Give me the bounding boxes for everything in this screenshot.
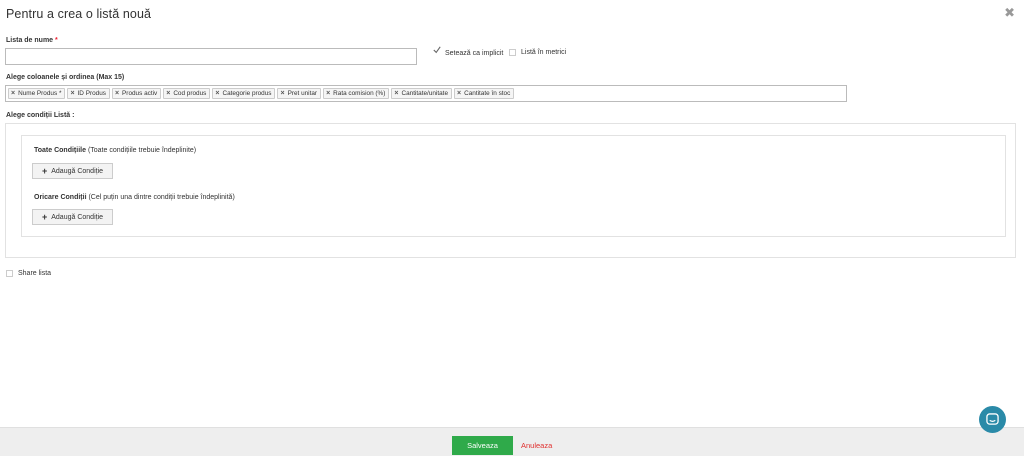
list-name-label: Lista de nume * <box>6 37 58 44</box>
modal-footer: Salveaza Anuleaza <box>0 427 1024 456</box>
add-any-condition-button[interactable]: + Adaugă Condiție <box>32 209 113 225</box>
any-conditions-hint: (Cel puțin una dintre condiții trebuie î… <box>88 194 235 201</box>
default-checkbox[interactable]: Setează ca implicit <box>433 46 504 57</box>
all-conditions-hint: (Toate condițiile trebuie îndeplinite) <box>87 147 197 154</box>
column-tag-label: Cod produs <box>173 90 207 97</box>
column-tag-label: Rata comision (%) <box>333 90 386 97</box>
any-conditions-title: Oricare Condiții <box>34 194 87 201</box>
remove-tag-icon[interactable]: × <box>215 90 219 97</box>
column-tag[interactable]: × Cantitate/unitate <box>391 88 453 99</box>
add-any-condition-label: Adaugă Condiție <box>51 213 104 221</box>
conditions-inner-panel: Toate Condițiile (Toate condițiile trebu… <box>21 135 1006 237</box>
remove-tag-icon[interactable]: × <box>166 90 170 97</box>
conditions-panel: Toate Condițiile (Toate condițiile trebu… <box>5 123 1016 258</box>
remove-tag-icon[interactable]: × <box>394 90 398 97</box>
column-tag-label: ID Produs <box>77 90 106 97</box>
plus-icon: + <box>41 165 48 176</box>
remove-tag-icon[interactable]: × <box>70 90 74 97</box>
plus-icon: + <box>41 211 48 222</box>
list-name-label-text: Lista de nume <box>6 37 54 44</box>
metrics-checkbox[interactable]: Listă în metrici <box>509 49 566 56</box>
conditions-label: Alege condiții Listă : <box>6 112 75 119</box>
columns-label: Alege coloanele și ordinea (Max 15) <box>6 74 125 81</box>
save-button[interactable]: Salveaza <box>452 436 513 455</box>
column-tag[interactable]: × ID Produs <box>67 88 110 99</box>
column-tag-label: Pret unitar <box>287 90 318 97</box>
remove-tag-icon[interactable]: × <box>115 90 119 97</box>
share-checkbox-label: Share lista <box>18 270 52 277</box>
remove-tag-icon[interactable]: × <box>457 90 461 97</box>
remove-tag-icon[interactable]: × <box>326 90 330 97</box>
checkmark-icon <box>433 46 441 54</box>
metrics-checkbox-label: Listă în metrici <box>521 49 567 56</box>
column-tag[interactable]: × Categorie produs <box>212 88 276 99</box>
checkbox-icon <box>6 270 13 277</box>
chat-icon[interactable] <box>979 406 1006 433</box>
chat-glyph-icon <box>986 413 999 425</box>
all-conditions-heading: Toate Condițiile (Toate condițiile trebu… <box>34 147 196 154</box>
add-all-condition-label: Adaugă Condiție <box>51 167 104 175</box>
column-tag-label: Cantitate/unitate <box>401 90 449 97</box>
remove-tag-icon[interactable]: × <box>11 90 15 97</box>
modal-title: Pentru a crea o listă nouă <box>6 7 152 21</box>
close-icon[interactable]: ✖ <box>1004 6 1015 19</box>
all-conditions-title: Toate Condițiile <box>34 147 86 154</box>
column-tag[interactable]: × Rata comision (%) <box>323 88 390 99</box>
column-tag-label: Categorie produs <box>222 90 272 97</box>
remove-tag-icon[interactable]: × <box>280 90 284 97</box>
column-tag-label: Cantitate în stoc <box>464 90 511 97</box>
required-mark: * <box>55 37 58 44</box>
list-name-input[interactable] <box>5 48 417 65</box>
column-tag[interactable]: × Cod produs <box>163 88 211 99</box>
column-tag-label: Nume Produs * <box>18 90 62 97</box>
column-tag-label: Produs activ <box>122 90 158 97</box>
cancel-link[interactable]: Anuleaza <box>521 441 552 450</box>
column-tag[interactable]: × Pret unitar <box>277 88 322 99</box>
columns-select[interactable]: × Nume Produs * × ID Produs × Produs activ × Co… <box>5 85 847 102</box>
column-tag[interactable]: × Cantitate în stoc <box>454 88 515 99</box>
column-tag[interactable]: × Produs activ <box>111 88 162 99</box>
default-checkbox-label: Setează ca implicit <box>445 49 504 57</box>
any-conditions-heading: Oricare Condiții (Cel puțin una dintre c… <box>34 194 235 201</box>
share-checkbox[interactable]: Share lista <box>6 270 51 277</box>
add-all-condition-button[interactable]: + Adaugă Condiție <box>32 163 113 179</box>
checkbox-icon <box>509 49 516 56</box>
column-tag[interactable]: × Nume Produs * <box>8 88 66 99</box>
